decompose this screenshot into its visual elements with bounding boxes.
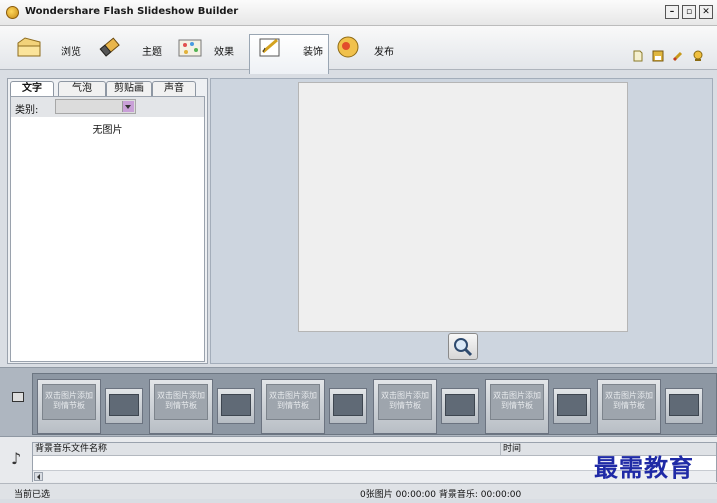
storyboard-slot[interactable]: 双击图片添加到情节板 [37,379,101,434]
transition-preview [333,394,363,416]
preview-panel [210,78,713,364]
slot-placeholder: 双击图片添加到情节板 [154,384,208,420]
asset-panel: 文字 气泡 剪贴画 声音 类别: 无图片 [7,78,208,364]
toolbar-label-decorate: 装饰 [303,47,323,58]
app-icon [6,6,19,19]
save-icon[interactable] [652,50,664,62]
effects-icon [178,39,202,57]
transition-slot[interactable] [665,388,703,424]
decorate-icon [259,38,280,57]
eraser-icon [99,37,120,57]
category-label: 类别: [15,105,39,116]
preview-canvas[interactable] [298,82,628,332]
chevron-down-icon[interactable] [122,101,134,112]
folder-icon [17,37,41,57]
publish-icon [337,36,359,58]
scroll-left-arrow[interactable] [34,472,43,481]
tab-bubble[interactable]: 气泡 [58,81,106,96]
restore-button[interactable]: ▫ [682,5,696,19]
transition-slot[interactable] [329,388,367,424]
transition-slot[interactable] [105,388,143,424]
transition-preview [557,394,587,416]
slot-placeholder: 双击图片添加到情节板 [42,384,96,420]
storyboard-icon[interactable] [12,392,24,402]
transition-preview [109,394,139,416]
storyboard: 双击图片添加到情节板 双击图片添加到情节板 双击图片添加到情节板 双击图片添加到… [0,367,717,437]
music-col-name[interactable]: 背景音乐文件名称 [35,443,107,455]
slot-placeholder: 双击图片添加到情节板 [490,384,544,420]
edit-icon[interactable] [672,50,684,62]
slot-placeholder: 双击图片添加到情节板 [266,384,320,420]
minimize-button[interactable]: – [665,5,679,19]
tab-clipart[interactable]: 剪贴画 [106,81,152,96]
status-bar: 当前已选 0张图片 00:00:00 背景音乐: 00:00:00 [0,483,717,500]
status-right: 0张图片 00:00:00 背景音乐: 00:00:00 [360,490,522,500]
toolbar-label-publish: 发布 [374,47,394,58]
title-bar: Wondershare Flash Slideshow Builder – ▫ … [0,0,717,26]
asset-panel-body: 类别: 无图片 [10,96,205,362]
storyboard-slot[interactable]: 双击图片添加到情节板 [485,379,549,434]
toolbar-label-theme: 主题 [142,47,162,58]
transition-preview [221,394,251,416]
transition-preview [669,394,699,416]
magnifier-icon [454,338,473,357]
toolbar-label-browse: 浏览 [61,47,81,58]
zoom-button[interactable] [448,333,478,360]
category-row: 类别: [11,97,204,117]
slot-placeholder: 双击图片添加到情节板 [602,384,656,420]
storyboard-slot[interactable]: 双击图片添加到情节板 [261,379,325,434]
storyboard-slot[interactable]: 双击图片添加到情节板 [597,379,661,434]
close-button[interactable]: ✕ [699,5,713,19]
storyboard-slot[interactable]: 双击图片添加到情节板 [373,379,437,434]
window-title: Wondershare Flash Slideshow Builder [25,6,239,17]
watermark: 最需教育 [594,453,694,482]
slot-placeholder: 双击图片添加到情节板 [378,384,432,420]
transition-preview [445,394,475,416]
help-icon[interactable] [692,50,704,62]
toolbar-label-effects: 效果 [214,47,234,58]
new-file-icon[interactable] [632,50,644,62]
empty-message: 无图片 [92,125,123,136]
transition-slot[interactable] [217,388,255,424]
music-col-time[interactable]: 时间 [500,443,521,455]
storyboard-strip: 双击图片添加到情节板 双击图片添加到情节板 双击图片添加到情节板 双击图片添加到… [32,373,717,435]
transition-slot[interactable] [553,388,591,424]
asset-tabs: 文字 气泡 剪贴画 声音 [8,81,208,96]
tab-text[interactable]: 文字 [10,81,54,96]
tab-sound[interactable]: 声音 [152,81,196,96]
status-left: 当前已选 [14,490,51,500]
transition-slot[interactable] [441,388,479,424]
storyboard-slot[interactable]: 双击图片添加到情节板 [149,379,213,434]
music-note-icon: ♪ [11,449,22,468]
category-select[interactable] [55,99,136,114]
